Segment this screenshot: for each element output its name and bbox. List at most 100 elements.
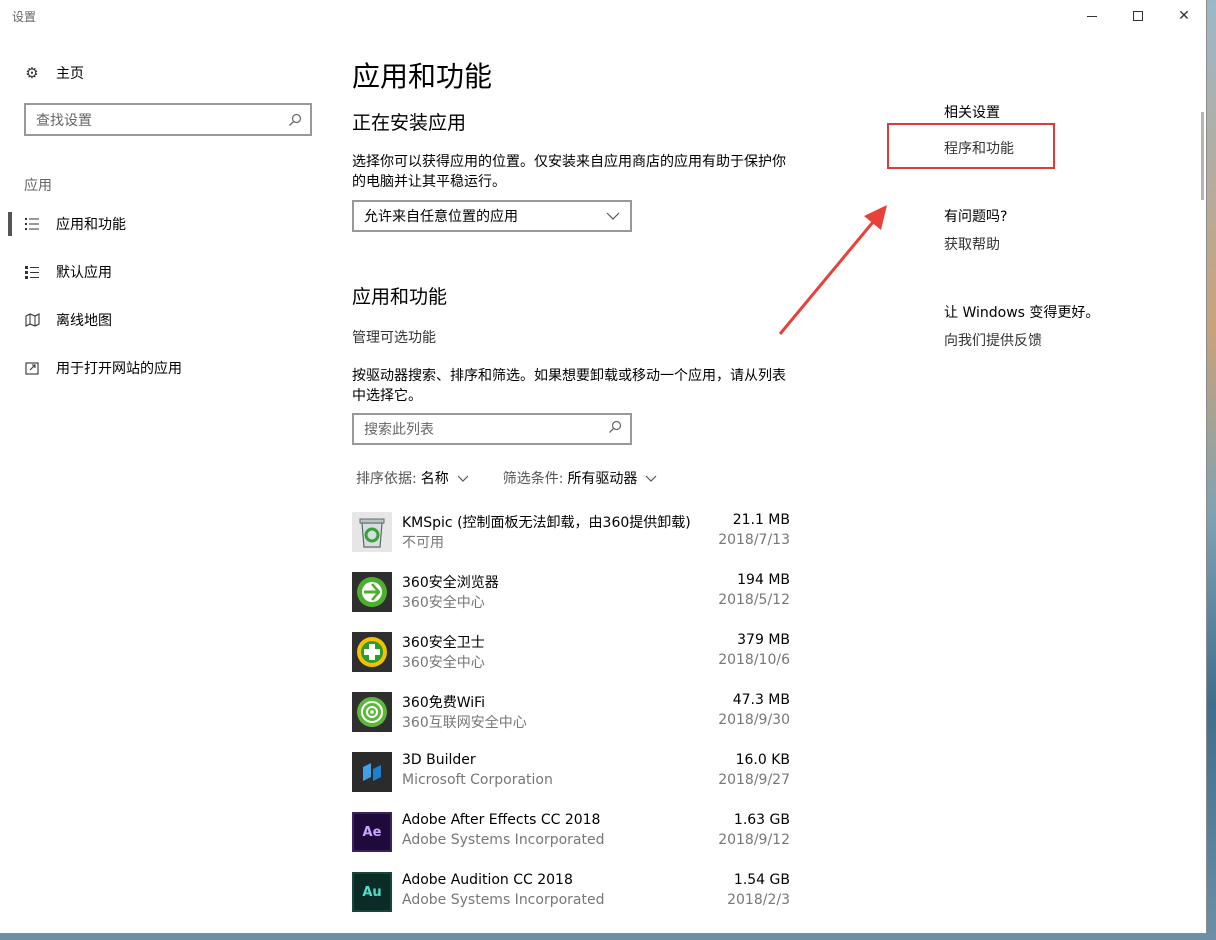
app-publisher: Adobe Systems Incorporated [402,892,605,908]
default-apps-icon [24,264,40,280]
search-icon [608,420,622,438]
scrollbar-thumb[interactable] [1201,112,1204,200]
after-effects-abbr: Ae [362,824,382,840]
sidebar-section-apps: 应用 [24,178,52,194]
app-size: 1.63 GB [733,812,790,828]
app-source-dropdown[interactable]: 允许来自任意位置的应用 [352,200,632,232]
app-size: 1.54 GB [733,872,790,888]
close-icon: ✕ [1178,8,1190,24]
installing-apps-heading: 正在安装应用 [352,112,467,134]
app-publisher: Microsoft Corporation [402,772,553,788]
close-button[interactable]: ✕ [1161,0,1206,32]
app-list-search-placeholder: 搜索此列表 [364,422,434,438]
app-name: Adobe After Effects CC 2018 [402,812,601,828]
sidebar-item-web-apps[interactable]: 用于打开网站的应用 [24,356,182,380]
app-install-date: 2018/5/12 [718,592,790,608]
manage-optional-features-link[interactable]: 管理可选功能 [352,327,436,347]
active-indicator [8,212,12,236]
feedback-link[interactable]: 向我们提供反馈 [944,330,1042,350]
app-list-item[interactable]: 360安全浏览器 360安全中心 194 MB 2018/5/12 [352,572,790,614]
app-install-date: 2018/9/27 [718,772,790,788]
settings-window: 设置 ✕ ⚙ 主页 查找设置 应用 应用和功能 默认应用 离线地图 用于打开网站… [0,0,1207,934]
minimize-icon [1087,15,1097,17]
sidebar-item-apps-features[interactable]: 应用和功能 [24,212,126,236]
app-list-item[interactable]: 360安全卫士 360安全中心 379 MB 2018/10/6 [352,632,790,674]
app-source-value: 允许来自任意位置的应用 [364,209,518,225]
filter-dropdown[interactable]: 筛选条件: 所有驱动器 [503,468,658,488]
app-name: 360安全浏览器 [402,575,499,591]
filter-value: 所有驱动器 [567,471,638,487]
sidebar-item-default-apps[interactable]: 默认应用 [24,260,112,284]
app-size: 47.3 MB [732,692,790,708]
home-label: 主页 [56,66,84,82]
minimize-button[interactable] [1069,0,1115,32]
apps-features-heading: 应用和功能 [352,286,448,308]
app-publisher: 360互联网安全中心 [402,715,527,731]
recycle-bin-icon [352,512,392,552]
app-install-date: 2018/2/3 [727,892,790,908]
filter-label: 筛选条件: [502,471,564,487]
sort-filter-row: 排序依据: 名称 筛选条件: 所有驱动器 [356,468,657,488]
app-list-item[interactable]: 360免费WiFi 360互联网安全中心 47.3 MB 2018/9/30 [352,692,790,734]
app-name: 3D Builder [402,752,476,768]
audition-icon: Au [352,872,392,912]
chevron-down-icon [606,209,620,223]
app-size: 16.0 KB [735,752,790,768]
sort-value: 名称 [420,471,449,487]
app-publisher: Adobe Systems Incorporated [402,832,605,848]
app-install-date: 2018/9/30 [718,712,790,728]
app-list-item[interactable]: Au Adobe Audition CC 2018 Adobe Systems … [352,872,790,914]
map-icon [24,312,40,328]
sidebar-item-label: 默认应用 [56,265,112,281]
3d-builder-icon [352,752,392,792]
app-size: 379 MB [737,632,790,648]
app-list-item[interactable]: 3D Builder Microsoft Corporation 16.0 KB… [352,752,790,794]
app-list-search-input[interactable]: 搜索此列表 [352,413,632,445]
list-icon [24,216,40,232]
app-size: 194 MB [737,572,790,588]
sort-dropdown[interactable]: 排序依据: 名称 [356,468,469,488]
sidebar-item-offline-maps[interactable]: 离线地图 [24,308,112,332]
wifi-360-icon [352,692,392,732]
app-publisher: 不可用 [402,535,444,551]
app-publisher: 360安全中心 [402,655,485,671]
web-app-icon [24,360,40,376]
settings-search-input[interactable]: 查找设置 [24,103,312,136]
related-settings-heading: 相关设置 [944,105,1000,121]
page-title: 应用和功能 [352,60,493,93]
programs-features-link[interactable]: 程序和功能 [944,138,1014,158]
home-link[interactable]: ⚙ 主页 [24,62,84,84]
chevron-down-icon [457,472,469,485]
browser-360-icon [352,572,392,612]
title-bar: 设置 ✕ [0,0,1206,32]
installing-apps-description: 选择你可以获得应用的位置。仅安装来自应用商店的应用有助于保护你的电脑并让其平稳运… [352,154,786,190]
chevron-down-icon [645,472,657,485]
app-install-date: 2018/10/6 [718,652,790,668]
question-heading: 有问题吗? [944,209,1008,225]
app-name: Adobe Audition CC 2018 [402,872,573,888]
after-effects-icon: Ae [352,812,392,852]
app-size: 21.1 MB [732,512,790,528]
app-publisher: 360安全中心 [402,595,485,611]
search-icon [288,113,302,127]
app-name: 360安全卫士 [402,635,485,651]
sidebar-item-label: 应用和功能 [56,217,126,233]
annotation-arrow [778,205,887,335]
app-list-item[interactable]: Ae Adobe After Effects CC 2018 Adobe Sys… [352,812,790,854]
get-help-link[interactable]: 获取帮助 [944,234,1000,254]
maximize-button[interactable] [1115,0,1161,32]
guard-360-icon [352,632,392,672]
window-title: 设置 [12,10,37,24]
sidebar-item-label: 离线地图 [56,313,112,329]
app-list-item[interactable]: KMSpic (控制面板无法卸载，由360提供卸载) 不可用 21.1 MB 2… [352,512,790,554]
sort-label: 排序依据: [356,471,417,487]
settings-search-placeholder: 查找设置 [36,112,92,129]
app-install-date: 2018/7/13 [718,532,790,548]
sidebar-item-label: 用于打开网站的应用 [56,361,182,377]
apps-description: 按驱动器搜索、排序和筛选。如果想要卸载或移动一个应用，请从列表中选择它。 [352,368,786,404]
app-install-date: 2018/9/12 [718,832,790,848]
app-name: KMSpic (控制面板无法卸载，由360提供卸载) [402,515,691,531]
gear-icon: ⚙ [25,64,39,82]
audition-abbr: Au [362,884,382,900]
app-name: 360免费WiFi [402,695,486,711]
